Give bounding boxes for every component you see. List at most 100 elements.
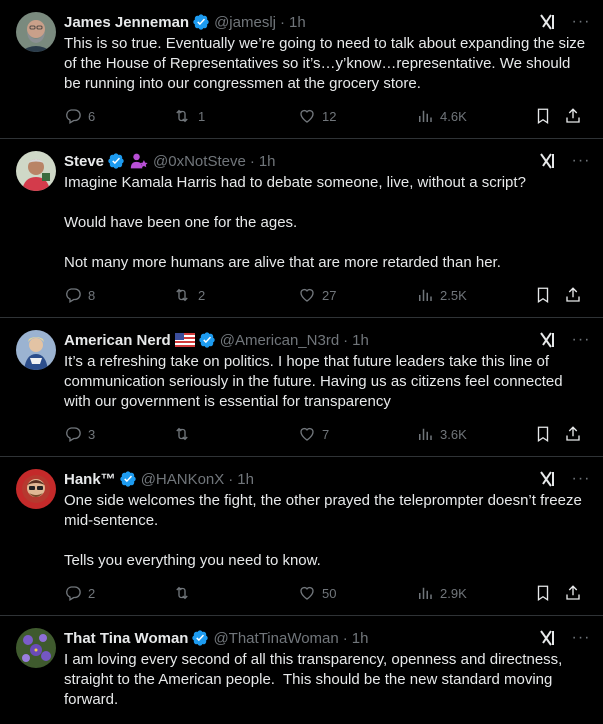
views-icon — [419, 428, 432, 440]
more-options-icon[interactable]: ··· — [571, 152, 591, 170]
display-name[interactable]: Hank™ — [64, 471, 116, 488]
reply-button[interactable]: 8 — [64, 286, 95, 304]
reply-icon — [66, 109, 81, 124]
view-count: 2.5K — [440, 287, 467, 303]
timestamp[interactable]: 1h — [289, 14, 306, 31]
grok-icon[interactable] — [537, 628, 557, 648]
views-button[interactable]: 2.9K — [416, 584, 467, 602]
grok-icon[interactable] — [537, 330, 557, 350]
like-button[interactable]: 50 — [298, 584, 336, 602]
tweet-header-actions: ··· — [537, 628, 591, 648]
more-options-icon[interactable]: ··· — [571, 629, 591, 647]
share-icon — [566, 585, 580, 600]
separator-dot: · — [228, 470, 234, 488]
tweet-header-actions: ··· — [537, 12, 591, 32]
view-count: 4.6K — [440, 108, 467, 124]
handle[interactable]: @HANKonX — [141, 471, 225, 488]
like-button[interactable]: 7 — [298, 425, 329, 443]
reply-button[interactable]: 3 — [64, 425, 95, 443]
like-button[interactable]: 12 — [298, 107, 336, 125]
share-button[interactable] — [564, 425, 588, 443]
repost-button[interactable] — [172, 584, 198, 602]
views-icon — [419, 289, 432, 301]
reply-count: 3 — [88, 426, 96, 442]
tweet[interactable]: Steve @0xNotSteve · 1h ··· Imagine Kamal… — [0, 139, 603, 318]
bookmark-button[interactable] — [534, 584, 558, 602]
tweet-text: This is so true. Eventually we’re going … — [64, 35, 590, 92]
bookmark-button[interactable] — [534, 286, 558, 304]
verified-badge-icon — [107, 152, 125, 170]
bookmark-button[interactable] — [534, 107, 558, 125]
reply-button[interactable]: 6 — [64, 107, 95, 125]
share-icon — [566, 108, 580, 123]
display-name[interactable]: American Nerd — [64, 332, 171, 349]
avatar[interactable] — [16, 151, 56, 191]
verified-badge-icon — [198, 331, 216, 349]
share-button[interactable] — [564, 286, 588, 304]
views-button[interactable]: 4.6K — [416, 107, 467, 125]
share-button[interactable] — [564, 107, 588, 125]
profile-badge-icon — [129, 152, 149, 170]
grok-icon[interactable] — [537, 469, 557, 489]
bookmark-icon — [537, 287, 549, 304]
handle[interactable]: @jameslj — [214, 14, 276, 31]
tweet-actions: 6 1 12 4.6K — [64, 101, 587, 133]
verified-badge-icon — [191, 629, 209, 647]
tweet[interactable]: James Jenneman @jameslj · 1h ··· This is… — [0, 0, 603, 139]
display-name[interactable]: James Jenneman — [64, 14, 189, 31]
timestamp[interactable]: 1h — [259, 153, 276, 170]
like-button[interactable]: 27 — [298, 286, 336, 304]
separator-dot: · — [249, 152, 255, 170]
handle[interactable]: @0xNotSteve — [153, 153, 246, 170]
bookmark-icon — [537, 108, 549, 125]
reply-icon — [66, 288, 81, 303]
handle[interactable]: @ThatTinaWoman — [213, 630, 338, 647]
reply-count: 2 — [88, 585, 96, 601]
grok-icon[interactable] — [537, 151, 557, 171]
tweet[interactable]: That Tina Woman @ThatTinaWoman · 1h ··· … — [0, 616, 603, 710]
like-count: 50 — [322, 585, 337, 601]
tweet-actions: 3 7 3.6K — [64, 419, 587, 451]
grok-icon[interactable] — [537, 12, 557, 32]
more-options-icon[interactable]: ··· — [571, 331, 591, 349]
views-button[interactable]: 3.6K — [416, 425, 467, 443]
views-icon — [419, 110, 432, 122]
reply-button[interactable]: 2 — [64, 584, 95, 602]
repost-icon — [176, 586, 188, 600]
avatar[interactable] — [16, 330, 56, 370]
verified-badge-icon — [192, 13, 210, 31]
tweet-header: American Nerd @American_N3rd · 1h — [64, 330, 587, 350]
like-count: 12 — [322, 108, 337, 124]
more-options-icon[interactable]: ··· — [571, 470, 591, 488]
bookmark-button[interactable] — [534, 425, 558, 443]
repost-count: 2 — [198, 287, 206, 303]
tweet-header: That Tina Woman @ThatTinaWoman · 1h — [64, 628, 587, 648]
more-options-icon[interactable]: ··· — [571, 13, 591, 31]
handle[interactable]: @American_N3rd — [220, 332, 339, 349]
repost-button[interactable] — [172, 425, 198, 443]
avatar[interactable] — [16, 469, 56, 509]
heart-icon — [300, 586, 314, 600]
tweet-actions: 2 50 2.9K — [64, 578, 587, 610]
bookmark-icon — [537, 585, 549, 602]
share-button[interactable] — [564, 584, 588, 602]
tweet-text: One side welcomes the fight, the other p… — [64, 492, 582, 569]
reply-icon — [66, 427, 81, 442]
repost-icon — [176, 288, 188, 302]
reply-icon — [66, 586, 81, 601]
tweet[interactable]: Hank™ @HANKonX · 1h ··· One side welcome… — [0, 457, 603, 616]
repost-button[interactable]: 1 — [172, 107, 205, 125]
timestamp[interactable]: 1h — [352, 630, 369, 647]
views-button[interactable]: 2.5K — [416, 286, 467, 304]
display-name[interactable]: Steve — [64, 153, 104, 170]
avatar[interactable] — [16, 12, 56, 52]
display-name[interactable]: That Tina Woman — [64, 630, 188, 647]
timestamp[interactable]: 1h — [237, 471, 254, 488]
tweet[interactable]: American Nerd @American_N3rd · 1h ··· It… — [0, 318, 603, 457]
repost-button[interactable]: 2 — [172, 286, 205, 304]
timestamp[interactable]: 1h — [352, 332, 369, 349]
separator-dot: · — [279, 13, 285, 31]
avatar[interactable] — [16, 628, 56, 668]
tweet-header: Hank™ @HANKonX · 1h — [64, 469, 587, 489]
heart-icon — [300, 109, 314, 123]
